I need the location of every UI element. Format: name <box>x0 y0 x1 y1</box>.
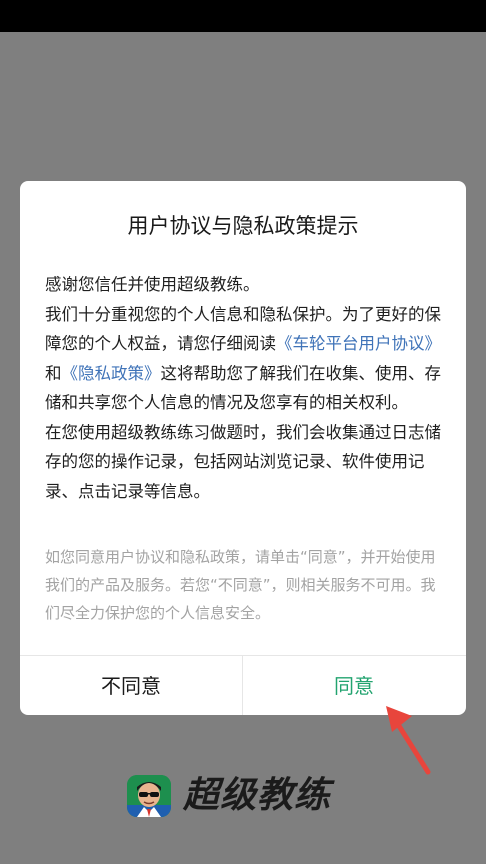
privacy-policy-link[interactable]: 《隐私政策》 <box>62 364 161 383</box>
greeting-text: 感谢您信任并使用超级教练。 <box>45 275 260 294</box>
privacy-dialog: 用户协议与隐私政策提示 感谢您信任并使用超级教练。 我们十分重视您的个人信息和隐… <box>20 181 466 715</box>
logging-paragraph: 在您使用超级教练练习做题时，我们会收集通过日志储存的您的操作记录，包括网站浏览记… <box>45 422 441 501</box>
brand-name: 超级教练 <box>183 775 332 816</box>
and-text: 和 <box>45 363 62 383</box>
consent-note-text: 如您同意用户协议和隐私政策，请单击“同意”，并开始使用我们的产品及服务。若您“不… <box>45 548 436 622</box>
pointer-arrow-icon <box>386 706 431 775</box>
user-agreement-link[interactable]: 《车轮平台用户协议》 <box>276 334 441 353</box>
dialog-body: 感谢您信任并使用超级教练。 我们十分重视您的个人信息和隐私保护。为了更好的保障您… <box>45 270 441 506</box>
consent-note: 如您同意用户协议和隐私政策，请单击“同意”，并开始使用我们的产品及服务。若您“不… <box>45 543 441 627</box>
agreement-paragraph: 我们十分重视您的个人信息和隐私保护。为了更好的保障您的个人权益，请您仔细阅读《车… <box>45 300 441 418</box>
disagree-button[interactable]: 不同意 <box>20 656 242 715</box>
dialog-title: 用户协议与隐私政策提示 <box>127 214 359 238</box>
status-bar <box>0 0 486 32</box>
brand-footer: 超级教练 <box>127 773 367 819</box>
coach-avatar-icon <box>127 775 171 817</box>
